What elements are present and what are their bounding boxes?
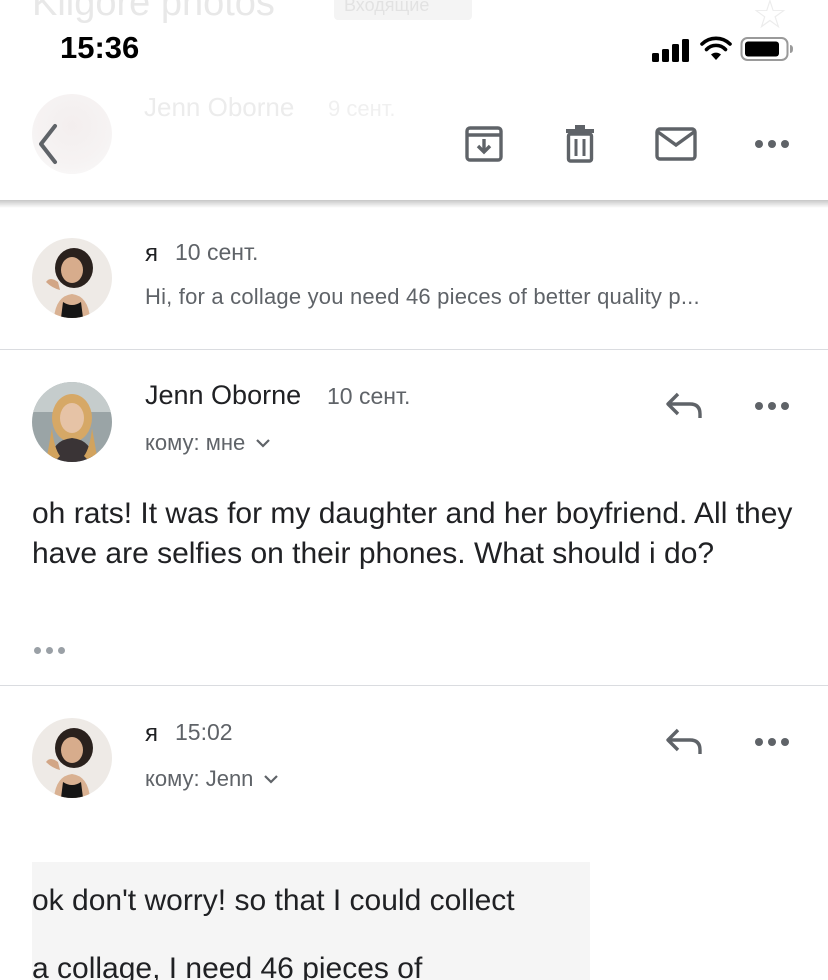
delete-button[interactable] (556, 120, 604, 168)
archive-icon (465, 126, 503, 162)
back-button[interactable] (24, 120, 72, 168)
more-horizontal-icon (755, 140, 789, 148)
chevron-down-icon (264, 775, 279, 784)
quoted-text-line: a collage, I need 46 pieces of (32, 952, 423, 980)
more-horizontal-icon (755, 738, 789, 746)
recipient-line: кому: мне (145, 430, 246, 455)
message-body: oh rats! It was for my daughter and her … (32, 497, 793, 570)
reply-icon (666, 392, 702, 418)
more-options-button[interactable] (748, 120, 796, 168)
reply-button[interactable] (660, 382, 708, 430)
message-date: 10 сент. (327, 383, 411, 409)
quoted-text-line: ok don't worry! so that I could collect (32, 884, 515, 917)
reply-icon (666, 728, 702, 754)
message-toolbar (0, 0, 828, 200)
archive-button[interactable] (460, 120, 508, 168)
sender-name: Jenn Oborne (145, 380, 302, 410)
recipient-details-toggle[interactable]: кому: Jenn (145, 766, 279, 792)
avatar (32, 718, 112, 798)
message-more-button[interactable] (748, 382, 796, 430)
recipient-details-toggle[interactable]: кому: мне (145, 430, 271, 456)
toolbar-shadow (0, 200, 828, 208)
trash-icon (566, 125, 594, 163)
more-horizontal-icon (755, 402, 789, 410)
avatar (32, 238, 112, 318)
divider (0, 685, 828, 686)
chevron-left-icon (39, 124, 57, 164)
message-more-button[interactable] (748, 718, 796, 766)
mail-icon (655, 127, 697, 161)
reply-button[interactable] (660, 718, 708, 766)
message-date: 15:02 (175, 719, 233, 745)
sender-name: я (145, 720, 158, 747)
chevron-down-icon (256, 439, 270, 448)
avatar (32, 382, 112, 462)
sender-name: я (145, 240, 158, 267)
message-snippet[interactable]: Hi, for a collage you need 46 pieces of … (145, 284, 700, 310)
show-trimmed-content-button[interactable] (34, 644, 74, 656)
divider (0, 349, 828, 350)
recipient-line: кому: Jenn (145, 766, 254, 791)
mark-unread-button[interactable] (652, 120, 700, 168)
message-date: 10 сент. (175, 239, 259, 265)
